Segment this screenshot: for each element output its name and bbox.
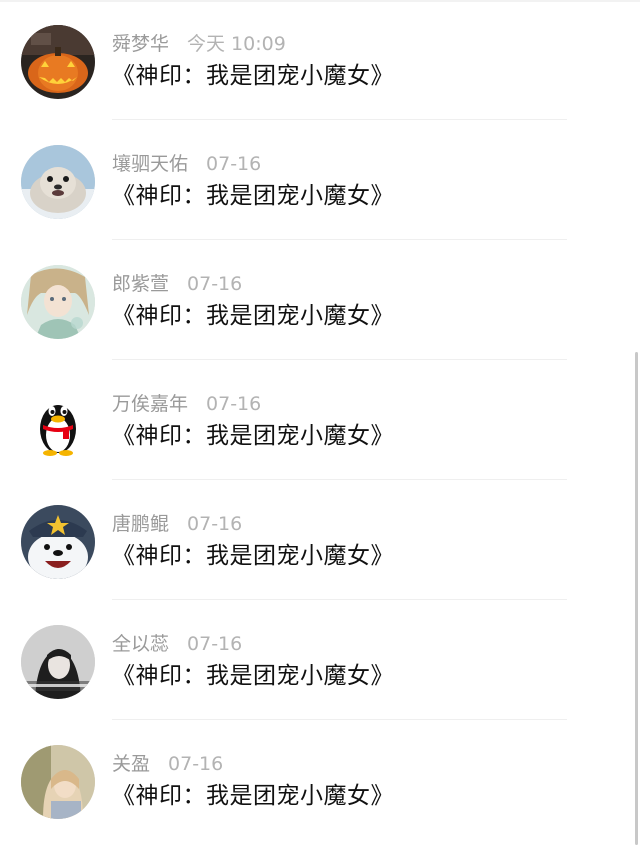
comment-item[interactable]: 郎紫萱 07-16 《神印：我是团宠小魔女》 <box>0 240 640 360</box>
commenter-name[interactable]: 郎紫萱 <box>112 273 169 295</box>
comment-time: 07-16 <box>168 753 224 775</box>
comment-time: 07-16 <box>187 513 243 535</box>
anime-girl-avatar-icon[interactable] <box>21 265 95 339</box>
girl-photo-avatar-icon[interactable] <box>21 625 95 699</box>
comment-message: 《神印：我是团宠小魔女》 <box>112 63 394 89</box>
child-photo-avatar-icon[interactable] <box>21 745 95 819</box>
comment-item[interactable]: 壤驷天佑 07-16 《神印：我是团宠小魔女》 <box>0 120 640 240</box>
comment-message: 《神印：我是团宠小魔女》 <box>112 183 394 209</box>
comment-message: 《神印：我是团宠小魔女》 <box>112 663 394 689</box>
comment-item[interactable]: 万俟嘉年 07-16 《神印：我是团宠小魔女》 <box>0 360 640 480</box>
scrollbar-thumb[interactable] <box>635 352 638 845</box>
comment-meta: 万俟嘉年 07-16 <box>112 391 261 417</box>
comment-meta: 壤驷天佑 07-16 <box>112 151 261 177</box>
comment-meta: 郎紫萱 07-16 <box>112 271 242 297</box>
commenter-name[interactable]: 舜梦华 <box>112 33 169 55</box>
scrollbar[interactable] <box>634 0 640 845</box>
comment-time: 07-16 <box>187 633 243 655</box>
pumpkin-avatar-icon[interactable] <box>21 25 95 99</box>
comment-time: 07-16 <box>206 393 262 415</box>
comment-item[interactable]: 关盈 07-16 《神印：我是团宠小魔女》 <box>0 720 640 840</box>
comment-meta: 舜梦华 今天 10:09 <box>112 31 286 57</box>
qq-penguin-avatar-icon[interactable] <box>21 385 95 459</box>
comment-time: 07-16 <box>206 153 262 175</box>
comment-meta: 唐鹏鲲 07-16 <box>112 511 242 537</box>
comment-meta: 全以蕊 07-16 <box>112 631 242 657</box>
comment-time: 07-16 <box>187 273 243 295</box>
commenter-name[interactable]: 关盈 <box>112 753 150 775</box>
commenter-name[interactable]: 万俟嘉年 <box>112 393 188 415</box>
comment-meta: 关盈 07-16 <box>112 751 223 777</box>
commenter-name[interactable]: 壤驷天佑 <box>112 153 188 175</box>
comment-message: 《神印：我是团宠小魔女》 <box>112 543 394 569</box>
comment-message: 《神印：我是团宠小魔女》 <box>112 303 394 329</box>
polar-bear-avatar-icon[interactable] <box>21 505 95 579</box>
seal-avatar-icon[interactable] <box>21 145 95 219</box>
comment-item[interactable]: 舜梦华 今天 10:09 《神印：我是团宠小魔女》 <box>0 0 640 120</box>
commenter-name[interactable]: 唐鹏鲲 <box>112 513 169 535</box>
comment-list: 舜梦华 今天 10:09 《神印：我是团宠小魔女》 壤驷天佑 07-16 《神印：我… <box>0 0 640 845</box>
comment-message: 《神印：我是团宠小魔女》 <box>112 423 394 449</box>
comment-item[interactable]: 全以蕊 07-16 《神印：我是团宠小魔女》 <box>0 600 640 720</box>
comment-item[interactable]: 唐鹏鲲 07-16 《神印：我是团宠小魔女》 <box>0 480 640 600</box>
commenter-name[interactable]: 全以蕊 <box>112 633 169 655</box>
comment-time: 今天 10:09 <box>187 33 286 55</box>
comment-message: 《神印：我是团宠小魔女》 <box>112 783 394 809</box>
